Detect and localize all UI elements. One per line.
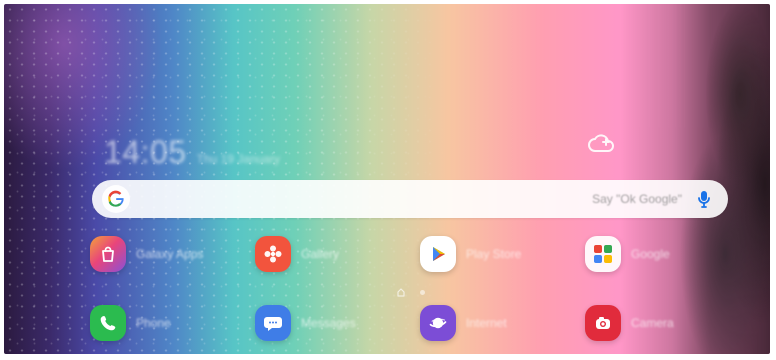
search-hint: Say "Ok Google" bbox=[592, 192, 682, 206]
camera-lens-icon bbox=[596, 317, 610, 329]
clock-time: 14:05 bbox=[104, 134, 187, 170]
page-dot bbox=[420, 289, 425, 295]
google-g-icon bbox=[108, 190, 124, 207]
clock-widget[interactable]: 14:05 Thu 19 January bbox=[104, 134, 280, 171]
planet-icon bbox=[429, 317, 447, 329]
handset-icon bbox=[100, 316, 116, 331]
search-input[interactable] bbox=[140, 185, 593, 213]
app-play-store[interactable]: Play Store bbox=[420, 234, 521, 274]
app-google-folder[interactable]: Google bbox=[585, 234, 670, 274]
mic-icon bbox=[698, 191, 710, 208]
chat-bubble-icon bbox=[264, 317, 282, 331]
flower-icon bbox=[264, 245, 282, 263]
app-messages[interactable]: Messages bbox=[255, 303, 356, 343]
app-label: Phone bbox=[136, 316, 171, 330]
wallpaper-rock bbox=[620, 4, 770, 354]
weather-widget[interactable] bbox=[584, 130, 618, 158]
app-label: Messages bbox=[301, 316, 356, 330]
play-store-icon bbox=[420, 236, 456, 272]
camera-icon bbox=[585, 305, 621, 341]
galaxy-apps-icon bbox=[90, 236, 126, 272]
app-label: Internet bbox=[466, 316, 507, 330]
folder-grid-icon bbox=[594, 245, 612, 263]
app-internet[interactable]: Internet bbox=[420, 303, 507, 343]
app-label: Play Store bbox=[466, 247, 522, 261]
gallery-icon bbox=[255, 236, 291, 272]
home-screen: 14:05 Thu 19 January Say "Ok Google" Gal… bbox=[4, 4, 770, 354]
google-folder-icon bbox=[585, 236, 621, 272]
cloud-plus-icon bbox=[588, 134, 614, 152]
app-phone[interactable]: Phone bbox=[90, 303, 171, 343]
messages-icon bbox=[255, 305, 291, 341]
clock-date: Thu 19 January bbox=[196, 152, 280, 166]
mic-button[interactable] bbox=[690, 185, 718, 213]
phone-icon bbox=[90, 305, 126, 341]
app-label: Google bbox=[631, 247, 670, 261]
home-icon bbox=[397, 288, 405, 297]
home-page-dot bbox=[396, 287, 406, 297]
app-galaxy-apps[interactable]: Galaxy Apps bbox=[90, 234, 203, 274]
page-indicator bbox=[396, 287, 425, 297]
internet-icon bbox=[420, 305, 456, 341]
app-label: Gallery bbox=[301, 247, 340, 261]
app-camera[interactable]: Camera bbox=[585, 303, 674, 343]
google-logo bbox=[102, 185, 130, 213]
bag-icon bbox=[102, 246, 114, 262]
play-triangle-icon bbox=[433, 247, 445, 261]
app-label: Galaxy Apps bbox=[136, 247, 204, 261]
google-search-bar[interactable]: Say "Ok Google" bbox=[92, 180, 728, 218]
app-gallery[interactable]: Gallery bbox=[255, 234, 339, 274]
app-label: Camera bbox=[631, 316, 674, 330]
